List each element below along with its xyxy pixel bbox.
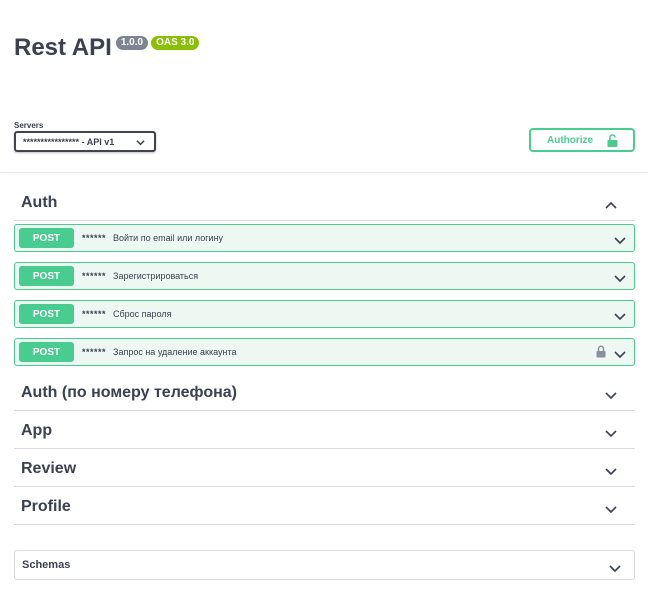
operation-delete-account[interactable]: POST ****** Запрос на удаление аккаунта xyxy=(14,338,635,366)
chevron-down-icon xyxy=(609,560,621,578)
chevron-down-icon xyxy=(136,138,145,148)
tag-auth[interactable]: Auth xyxy=(14,185,635,221)
authorize-button[interactable]: Authorize xyxy=(529,128,635,152)
oas-badge: OAS 3.0 xyxy=(151,36,200,50)
header-separator xyxy=(0,172,648,173)
tag-name: Profile xyxy=(21,497,71,515)
operation-summary: Сброс пароля xyxy=(113,309,172,319)
chevron-down-icon xyxy=(605,463,617,481)
servers-selected-value: **************** - API v1 xyxy=(23,136,115,147)
tag-profile[interactable]: Profile xyxy=(14,489,635,525)
authorize-label: Authorize xyxy=(547,134,594,146)
chevron-down-icon xyxy=(605,425,617,443)
chevron-down-icon xyxy=(605,387,617,405)
chevron-down-icon xyxy=(614,346,626,364)
method-badge: POST xyxy=(19,342,74,362)
api-info: Rest API 1.0.0 OAS 3.0 xyxy=(14,33,200,63)
operation-path: ****** xyxy=(82,347,107,357)
schemas-section[interactable]: Schemas xyxy=(14,550,635,580)
unlocked-icon xyxy=(607,134,618,150)
operation-register[interactable]: POST ****** Зарегистрироваться xyxy=(14,262,635,290)
chevron-down-icon xyxy=(614,308,626,326)
operation-summary: Зарегистрироваться xyxy=(113,271,199,281)
operation-password-reset[interactable]: POST ****** Сброс пароля xyxy=(14,300,635,328)
method-badge: POST xyxy=(19,228,74,248)
api-title: Rest API xyxy=(14,34,112,61)
servers-label: Servers xyxy=(14,121,44,130)
chevron-down-icon xyxy=(605,501,617,519)
chevron-down-icon xyxy=(614,270,626,288)
operation-path: ****** xyxy=(82,233,107,243)
tag-name: Auth (по номеру телефона) xyxy=(21,383,237,401)
method-badge: POST xyxy=(19,266,74,286)
tag-review[interactable]: Review xyxy=(14,451,635,487)
method-badge: POST xyxy=(19,304,74,324)
chevron-down-icon xyxy=(614,232,626,250)
schemas-label: Schemas xyxy=(22,559,71,571)
operation-summary: Запрос на удаление аккаунта xyxy=(113,347,237,357)
tag-app[interactable]: App xyxy=(14,413,635,449)
lock-icon[interactable] xyxy=(596,345,606,363)
tag-name: Review xyxy=(21,459,77,477)
operation-path: ****** xyxy=(82,309,107,319)
operation-path: ****** xyxy=(82,271,107,281)
tag-name: App xyxy=(21,421,53,439)
operation-summary: Войти по email или логину xyxy=(113,233,224,243)
chevron-up-icon xyxy=(605,197,617,215)
tag-name: Auth xyxy=(21,193,58,211)
tag-auth-phone[interactable]: Auth (по номеру телефона) xyxy=(14,375,635,411)
version-badge: 1.0.0 xyxy=(115,36,149,50)
servers-select[interactable]: **************** - API v1 xyxy=(14,131,156,152)
operation-login[interactable]: POST ****** Войти по email или логину xyxy=(14,224,635,252)
